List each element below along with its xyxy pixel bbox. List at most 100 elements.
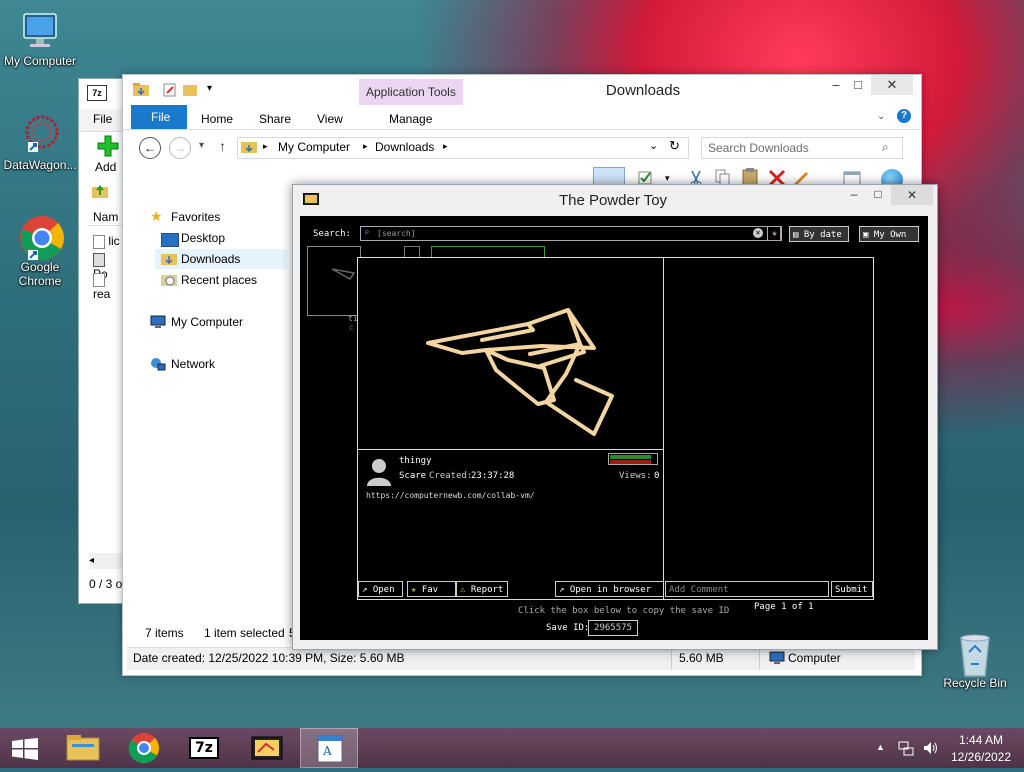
powder-toy-title: The Powder Toy (558, 192, 668, 209)
nav-recent-places[interactable]: Recent places (181, 273, 257, 287)
save-thumbnail[interactable] (431, 246, 545, 257)
back-button[interactable]: ← (139, 137, 161, 159)
breadcrumb-separator-icon[interactable]: ▸ (443, 141, 448, 152)
dropdown-icon[interactable]: ▾ (665, 173, 670, 184)
save-id-box[interactable]: 2965575 (588, 620, 638, 636)
maximize-button[interactable]: □ (843, 75, 873, 95)
sort-by-date-button[interactable]: ▤ By date (789, 226, 849, 242)
save-description: https://computernewb.com/collab-vm/ (366, 491, 535, 500)
search-icon: ⌕ (364, 228, 370, 238)
status-selected: 1 item selected (204, 626, 285, 640)
tab-share[interactable]: Share (251, 107, 299, 131)
powder-toy-canvas[interactable]: Search: ⌕ [search] ✕ ★ ▤ By date ▣ My Ow… (300, 216, 928, 640)
details-size: 5.60 MB (679, 651, 724, 665)
up-button[interactable]: ↑ (219, 138, 226, 154)
tab-file[interactable]: File (143, 105, 178, 129)
tab-manage[interactable]: Manage (381, 107, 440, 131)
sevenzip-menu-file[interactable]: File (93, 112, 112, 126)
desktop-icon-my-computer[interactable]: My Computer (0, 8, 80, 68)
desktop-icon-label: DataWagon... (3, 158, 77, 172)
network-status-icon[interactable] (898, 740, 914, 756)
svg-text:A: A (322, 744, 332, 758)
save-id-label: Save ID: (546, 623, 590, 633)
sort-icon: ▤ (793, 230, 799, 240)
created-label: Created: (429, 471, 473, 481)
vote-score-bar (608, 453, 658, 465)
breadcrumb-separator-icon[interactable]: ▸ (263, 141, 268, 152)
favorite-filter-star-icon[interactable]: ★ (767, 226, 782, 241)
nav-downloads[interactable]: Downloads (181, 252, 240, 266)
close-button[interactable]: ✕ (871, 75, 913, 95)
my-own-button[interactable]: ▣ My Own (859, 226, 919, 242)
taskbar-7zip[interactable]: 7z (176, 728, 234, 768)
tab-view[interactable]: View (309, 107, 351, 131)
taskbar: 7z A ▲ 1:44 AM 12/26/2022 (0, 728, 1024, 768)
save-preview-dialog[interactable]: thingy Scare Created: 23:37:28 Views: 0 … (357, 257, 874, 600)
submit-comment-button[interactable]: Submit (831, 581, 873, 597)
show-hidden-icons[interactable]: ▲ (876, 742, 885, 752)
context-tab-application-tools: Application Tools (366, 85, 456, 99)
add-comment-input[interactable]: Add Comment (665, 581, 829, 597)
new-folder-icon[interactable] (183, 83, 197, 97)
breadcrumb-my-computer[interactable]: My Computer (278, 140, 350, 154)
folder-icon (133, 83, 149, 97)
nav-network[interactable]: Network (171, 357, 215, 371)
refresh-icon[interactable]: ↻ (669, 138, 680, 154)
maximize-button[interactable]: □ (865, 187, 891, 205)
fav-button[interactable]: ★ Fav (407, 581, 456, 597)
vote-down-bar (610, 460, 651, 464)
open-in-browser-button[interactable]: ↗ Open in browser (555, 581, 664, 597)
clear-search-icon[interactable]: ✕ (753, 228, 763, 238)
forward-button[interactable]: → (169, 137, 191, 159)
taskbar-wordpad[interactable]: A (300, 728, 358, 768)
tab-home[interactable]: Home (193, 107, 241, 131)
nav-my-computer[interactable]: My Computer (171, 315, 243, 329)
taskbar-chrome[interactable] (115, 728, 173, 768)
save-author[interactable]: Scare (399, 471, 426, 481)
desktop-icon-google-chrome[interactable]: Google Chrome (0, 214, 80, 288)
desktop-icon-label: Google Chrome (18, 260, 62, 288)
taskbar-powder-toy[interactable] (238, 728, 296, 768)
sevenzip-column-name[interactable]: Nam (93, 210, 118, 224)
clock-date[interactable]: 12/26/2022 (946, 750, 1016, 764)
list-item[interactable]: rea (93, 272, 123, 301)
breadcrumb-downloads[interactable]: Downloads (375, 140, 434, 154)
desktop-icon-recycle-bin[interactable]: Recycle Bin (935, 630, 1015, 690)
help-icon[interactable]: ? (897, 109, 911, 123)
open-icon: ↗ (362, 585, 368, 595)
computer-icon (769, 651, 785, 665)
clock-time[interactable]: 1:44 AM (946, 733, 1016, 747)
list-item[interactable]: lic (93, 234, 123, 249)
save-thumbnail[interactable] (307, 246, 361, 316)
desktop-icon-datawagon[interactable]: DataWagon... (0, 112, 80, 172)
save-search-input[interactable]: ⌕ [search] ✕ (360, 226, 781, 241)
start-button[interactable] (12, 738, 38, 760)
search-downloads-input[interactable]: Search Downloads ⌕ (701, 137, 903, 159)
views-label: Views: (619, 471, 652, 481)
folder-up-icon[interactable] (91, 183, 109, 199)
scroll-left-arrow[interactable]: ◂ (89, 553, 123, 569)
nav-desktop[interactable]: Desktop (181, 231, 225, 245)
search-icon[interactable]: ⌕ (882, 140, 889, 155)
avatar (366, 458, 392, 486)
ribbon-expand-icon[interactable]: ⌄ (877, 111, 885, 122)
save-name: thingy (399, 456, 432, 466)
breadcrumb-separator-icon[interactable]: ▸ (363, 141, 368, 152)
nav-favorites[interactable]: Favorites (171, 210, 220, 224)
details-date-size: Date created: 12/25/2022 10:39 PM, Size:… (133, 651, 405, 665)
address-dropdown-icon[interactable]: ⌄ (649, 139, 658, 152)
taskbar-file-explorer[interactable] (54, 728, 112, 768)
properties-icon[interactable] (163, 83, 177, 97)
sevenzip-add-label[interactable]: Add (95, 160, 116, 174)
recent-locations-dropdown[interactable]: ▾ (199, 140, 204, 151)
close-button[interactable]: ✕ (891, 185, 933, 205)
quick-access-dropdown-icon[interactable]: ▾ (207, 83, 212, 94)
explorer-titlebar[interactable] (123, 75, 921, 105)
add-plus-icon[interactable] (97, 135, 119, 157)
volume-icon[interactable] (922, 740, 938, 756)
open-button[interactable]: ↗ Open (358, 581, 403, 597)
sevenzip-status: 0 / 3 o (89, 577, 123, 591)
report-button[interactable]: ⚠ Report (456, 581, 508, 597)
recent-places-icon (161, 273, 177, 287)
minimize-button[interactable]: ‒ (841, 187, 867, 205)
